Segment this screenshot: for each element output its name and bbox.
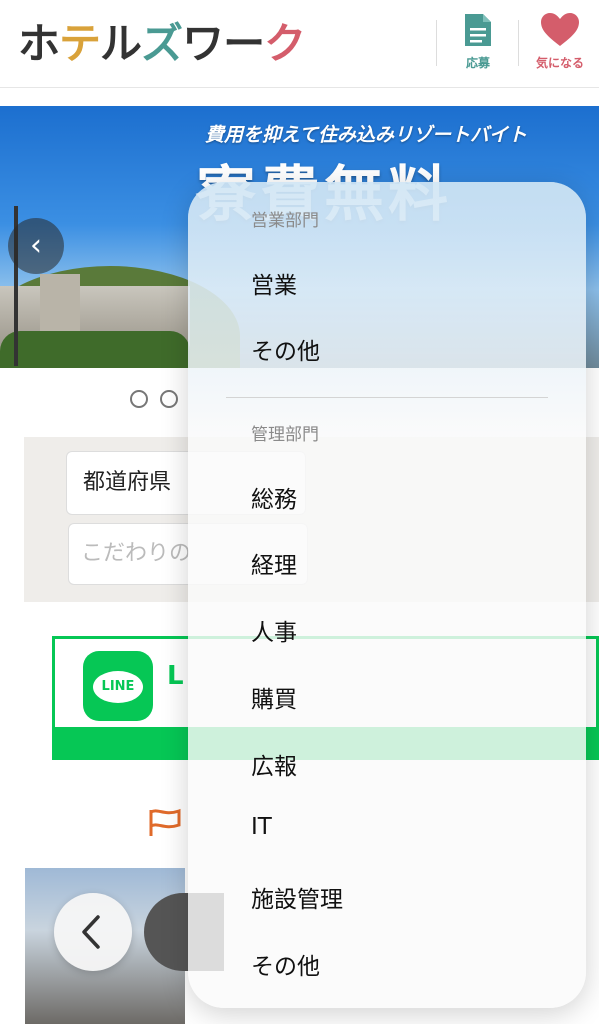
apply-button[interactable]: 応募 — [443, 12, 513, 71]
group-title-sales: 営業部門 — [251, 211, 319, 231]
favorite-button[interactable]: 気になる — [525, 12, 595, 71]
logo-char: ク — [264, 19, 306, 68]
header-divider — [436, 20, 437, 66]
apply-label: 応募 — [465, 56, 490, 70]
carousel-prev-button[interactable]: ‹ — [8, 218, 64, 274]
hero-subtitle: 費用を抑えて住み込みリゾートバイト — [205, 124, 528, 146]
option-sales[interactable]: 営業 — [251, 266, 297, 300]
option-accounting[interactable]: 経理 — [251, 546, 297, 580]
logo-char: ー — [223, 19, 265, 68]
option-facility-management[interactable]: 施設管理 — [251, 880, 343, 914]
app-header: ホテルズワーク 応募 気になる — [0, 0, 599, 88]
hero-trees — [0, 331, 190, 368]
line-logo-text: LINE — [93, 671, 143, 703]
flag-icon — [149, 808, 181, 836]
logo-char: ホ — [18, 19, 60, 68]
option-purchasing[interactable]: 購買 — [251, 680, 297, 714]
line-banner-title: L — [167, 661, 184, 691]
group-title-admin: 管理部門 — [251, 425, 319, 445]
chevron-left-icon: ‹ — [30, 228, 42, 263]
group-divider — [226, 397, 548, 398]
logo-char: ル — [100, 19, 142, 68]
option-admin-other[interactable]: その他 — [251, 947, 320, 981]
department-dropdown-menu: 営業部門 営業 その他 管理部門 総務 経理 人事 購買 広報 IT 施設管理 … — [188, 182, 586, 1008]
keyword-placeholder: こだわりの — [81, 541, 192, 566]
heart-icon — [541, 13, 579, 46]
logo-char: テ — [59, 19, 101, 68]
browser-back-button[interactable] — [54, 893, 132, 971]
option-it[interactable]: IT — [251, 814, 272, 840]
header-divider — [518, 20, 519, 66]
chevron-left-icon — [82, 915, 100, 949]
logo-char: ズ — [141, 19, 183, 68]
logo-char: ワ — [182, 19, 224, 68]
popup-backdrop — [188, 182, 586, 442]
carousel-dots — [130, 390, 190, 412]
site-logo[interactable]: ホテルズワーク — [18, 18, 306, 70]
option-general-affairs[interactable]: 総務 — [251, 480, 297, 514]
favorite-label: 気になる — [535, 56, 584, 70]
carousel-dot[interactable] — [130, 390, 148, 408]
option-sales-other[interactable]: その他 — [251, 332, 320, 366]
document-icon — [465, 14, 491, 46]
option-hr[interactable]: 人事 — [251, 613, 297, 647]
option-pr[interactable]: 広報 — [251, 747, 297, 781]
line-logo-icon: LINE — [83, 651, 153, 721]
carousel-dot[interactable] — [160, 390, 178, 408]
